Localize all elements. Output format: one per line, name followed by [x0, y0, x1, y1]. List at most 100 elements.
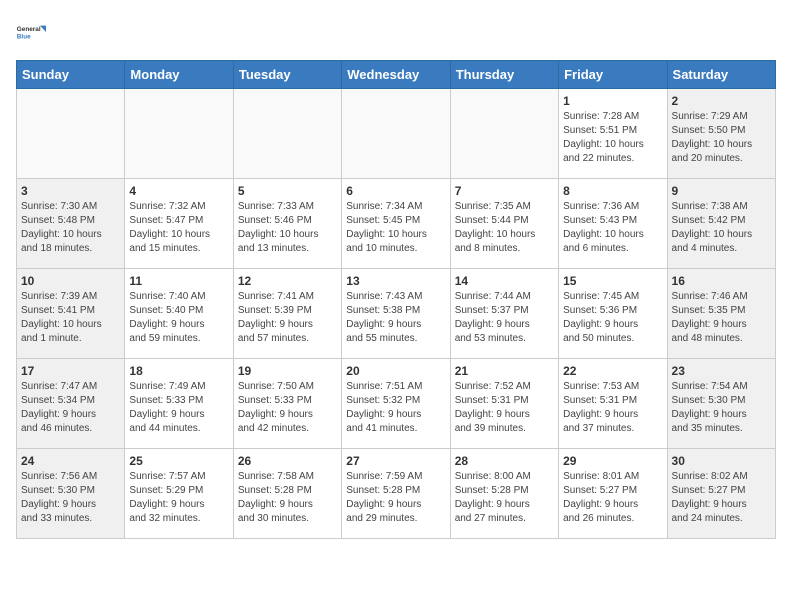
- day-info: Sunrise: 8:01 AMSunset: 5:27 PMDaylight:…: [563, 470, 662, 526]
- day-number: 7: [455, 184, 554, 198]
- calendar-week-3: 10 Sunrise: 7:39 AMSunset: 5:41 PMDayligh…: [17, 269, 776, 359]
- calendar-week-4: 17 Sunrise: 7:47 AMSunset: 5:34 PMDayligh…: [17, 359, 776, 449]
- calendar-cell: 2 Sunrise: 7:29 AMSunset: 5:50 PMDaylight…: [667, 89, 775, 179]
- day-info: Sunrise: 7:49 AMSunset: 5:33 PMDaylight:…: [129, 380, 228, 436]
- calendar-cell: 1Sunrise: 7:28 AMSunset: 5:51 PMDaylight…: [559, 89, 667, 179]
- day-number: 13: [346, 274, 445, 288]
- calendar-cell: 7Sunrise: 7:35 AMSunset: 5:44 PMDaylight…: [450, 179, 558, 269]
- page-header: GeneralBlue: [16, 16, 776, 48]
- day-info: Sunrise: 7:40 AMSunset: 5:40 PMDaylight:…: [129, 290, 228, 346]
- calendar-cell: 12 Sunrise: 7:41 AMSunset: 5:39 PMDayligh…: [233, 269, 341, 359]
- calendar-cell: 23 Sunrise: 7:54 AMSunset: 5:30 PMDayligh…: [667, 359, 775, 449]
- calendar-week-2: 3 Sunrise: 7:30 AMSunset: 5:48 PMDaylight…: [17, 179, 776, 269]
- day-info: Sunrise: 7:36 AMSunset: 5:43 PMDaylight:…: [563, 200, 662, 256]
- day-info: Sunrise: 7:59 AMSunset: 5:28 PMDaylight:…: [346, 470, 445, 526]
- day-number: 10: [21, 274, 120, 288]
- day-info: Sunrise: 7:41 AMSunset: 5:39 PMDaylight:…: [238, 290, 337, 346]
- calendar-cell: 24 Sunrise: 7:56 AMSunset: 5:30 PMDayligh…: [17, 449, 125, 539]
- day-info: Sunrise: 7:56 AMSunset: 5:30 PMDaylight:…: [21, 470, 120, 526]
- day-number: 2: [672, 94, 771, 108]
- calendar-cell: 10 Sunrise: 7:39 AMSunset: 5:41 PMDayligh…: [17, 269, 125, 359]
- day-info: Sunrise: 7:44 AMSunset: 5:37 PMDaylight:…: [455, 290, 554, 346]
- day-number: 12: [238, 274, 337, 288]
- svg-text:General: General: [17, 26, 41, 33]
- day-number: 16: [672, 274, 771, 288]
- day-number: 26: [238, 454, 337, 468]
- calendar-cell: [233, 89, 341, 179]
- day-info: Sunrise: 7:38 AMSunset: 5:42 PMDaylight:…: [672, 200, 771, 256]
- calendar-cell: 20 Sunrise: 7:51 AMSunset: 5:32 PMDayligh…: [342, 359, 450, 449]
- header-sunday: Sunday: [17, 61, 125, 89]
- day-number: 20: [346, 364, 445, 378]
- calendar-cell: 8 Sunrise: 7:36 AMSunset: 5:43 PMDaylight…: [559, 179, 667, 269]
- calendar-cell: [125, 89, 233, 179]
- header-thursday: Thursday: [450, 61, 558, 89]
- day-info: Sunrise: 7:53 AMSunset: 5:31 PMDaylight:…: [563, 380, 662, 436]
- header-saturday: Saturday: [667, 61, 775, 89]
- day-number: 29: [563, 454, 662, 468]
- day-number: 22: [563, 364, 662, 378]
- day-number: 25: [129, 454, 228, 468]
- day-number: 17: [21, 364, 120, 378]
- day-number: 30: [672, 454, 771, 468]
- calendar-cell: 28 Sunrise: 8:00 AMSunset: 5:28 PMDayligh…: [450, 449, 558, 539]
- day-info: Sunrise: 7:47 AMSunset: 5:34 PMDaylight:…: [21, 380, 120, 436]
- day-info: Sunrise: 8:02 AMSunset: 5:27 PMDaylight:…: [672, 470, 771, 526]
- day-info: Sunrise: 7:50 AMSunset: 5:33 PMDaylight:…: [238, 380, 337, 436]
- calendar-table: SundayMondayTuesdayWednesdayThursdayFrid…: [16, 60, 776, 539]
- day-info: Sunrise: 7:34 AMSunset: 5:45 PMDaylight:…: [346, 200, 445, 256]
- day-info: Sunrise: 8:00 AMSunset: 5:28 PMDaylight:…: [455, 470, 554, 526]
- header-friday: Friday: [559, 61, 667, 89]
- calendar-cell: 6 Sunrise: 7:34 AMSunset: 5:45 PMDaylight…: [342, 179, 450, 269]
- day-info: Sunrise: 7:54 AMSunset: 5:30 PMDaylight:…: [672, 380, 771, 436]
- calendar-cell: 4Sunrise: 7:32 AMSunset: 5:47 PMDaylight…: [125, 179, 233, 269]
- day-number: 1: [563, 94, 662, 108]
- day-number: 24: [21, 454, 120, 468]
- logo-icon: GeneralBlue: [16, 16, 48, 48]
- calendar-cell: [450, 89, 558, 179]
- calendar-week-1: 1Sunrise: 7:28 AMSunset: 5:51 PMDaylight…: [17, 89, 776, 179]
- calendar-cell: 11 Sunrise: 7:40 AMSunset: 5:40 PMDayligh…: [125, 269, 233, 359]
- day-number: 3: [21, 184, 120, 198]
- calendar-cell: 5 Sunrise: 7:33 AMSunset: 5:46 PMDaylight…: [233, 179, 341, 269]
- calendar-cell: 3 Sunrise: 7:30 AMSunset: 5:48 PMDaylight…: [17, 179, 125, 269]
- day-number: 27: [346, 454, 445, 468]
- calendar-week-5: 24 Sunrise: 7:56 AMSunset: 5:30 PMDayligh…: [17, 449, 776, 539]
- day-number: 8: [563, 184, 662, 198]
- day-number: 5: [238, 184, 337, 198]
- calendar-cell: 18 Sunrise: 7:49 AMSunset: 5:33 PMDayligh…: [125, 359, 233, 449]
- day-info: Sunrise: 7:29 AMSunset: 5:50 PMDaylight:…: [672, 110, 771, 166]
- calendar-cell: 21Sunrise: 7:52 AMSunset: 5:31 PMDayligh…: [450, 359, 558, 449]
- calendar-cell: 15 Sunrise: 7:45 AMSunset: 5:36 PMDayligh…: [559, 269, 667, 359]
- svg-text:Blue: Blue: [17, 33, 31, 40]
- day-number: 15: [563, 274, 662, 288]
- calendar-cell: [342, 89, 450, 179]
- logo: GeneralBlue: [16, 16, 48, 48]
- day-number: 18: [129, 364, 228, 378]
- calendar-cell: 17 Sunrise: 7:47 AMSunset: 5:34 PMDayligh…: [17, 359, 125, 449]
- day-number: 28: [455, 454, 554, 468]
- day-number: 11: [129, 274, 228, 288]
- calendar-cell: 27 Sunrise: 7:59 AMSunset: 5:28 PMDayligh…: [342, 449, 450, 539]
- day-info: Sunrise: 7:51 AMSunset: 5:32 PMDaylight:…: [346, 380, 445, 436]
- calendar-cell: 14Sunrise: 7:44 AMSunset: 5:37 PMDayligh…: [450, 269, 558, 359]
- day-info: Sunrise: 7:58 AMSunset: 5:28 PMDaylight:…: [238, 470, 337, 526]
- day-info: Sunrise: 7:45 AMSunset: 5:36 PMDaylight:…: [563, 290, 662, 346]
- day-info: Sunrise: 7:33 AMSunset: 5:46 PMDaylight:…: [238, 200, 337, 256]
- calendar-cell: 19Sunrise: 7:50 AMSunset: 5:33 PMDayligh…: [233, 359, 341, 449]
- calendar-cell: 16Sunrise: 7:46 AMSunset: 5:35 PMDayligh…: [667, 269, 775, 359]
- calendar-cell: 30 Sunrise: 8:02 AMSunset: 5:27 PMDayligh…: [667, 449, 775, 539]
- header-tuesday: Tuesday: [233, 61, 341, 89]
- calendar-cell: 22 Sunrise: 7:53 AMSunset: 5:31 PMDayligh…: [559, 359, 667, 449]
- day-number: 6: [346, 184, 445, 198]
- day-number: 4: [129, 184, 228, 198]
- day-number: 21: [455, 364, 554, 378]
- calendar-body: 1Sunrise: 7:28 AMSunset: 5:51 PMDaylight…: [17, 89, 776, 539]
- header-monday: Monday: [125, 61, 233, 89]
- calendar-cell: 25Sunrise: 7:57 AMSunset: 5:29 PMDayligh…: [125, 449, 233, 539]
- calendar-cell: 13Sunrise: 7:43 AMSunset: 5:38 PMDayligh…: [342, 269, 450, 359]
- day-info: Sunrise: 7:39 AMSunset: 5:41 PMDaylight:…: [21, 290, 120, 346]
- day-info: Sunrise: 7:30 AMSunset: 5:48 PMDaylight:…: [21, 200, 120, 256]
- day-number: 23: [672, 364, 771, 378]
- calendar-cell: [17, 89, 125, 179]
